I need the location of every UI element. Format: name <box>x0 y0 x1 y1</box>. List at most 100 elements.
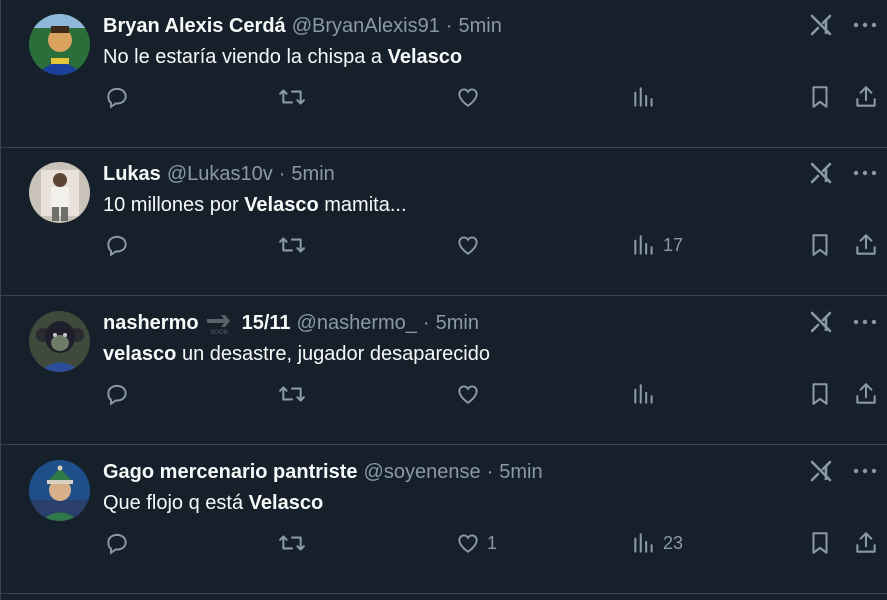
like-button[interactable]: 1 <box>455 528 497 558</box>
share-button[interactable] <box>853 82 879 112</box>
bookmark-icon <box>807 84 833 110</box>
tweet-text-part: mamita... <box>318 194 407 216</box>
reply-button[interactable] <box>104 230 130 260</box>
retweet-icon <box>277 84 307 110</box>
bookmark-button[interactable] <box>807 528 833 558</box>
views-icon <box>631 232 657 258</box>
reply-icon <box>104 232 130 258</box>
avatar[interactable] <box>29 162 90 223</box>
name-badge-text: 15/11 <box>241 311 291 334</box>
like-button[interactable] <box>455 82 487 112</box>
tweet-text-part: Que flojo q está <box>103 492 249 514</box>
author-name[interactable]: Bryan Alexis Cerdá <box>103 15 286 38</box>
tweet[interactable]: Lukas @Lukas10v · 5min 10 millones por V… <box>1 148 887 296</box>
grok-icon[interactable] <box>808 458 834 484</box>
retweet-icon <box>277 530 307 556</box>
views-icon <box>631 381 657 407</box>
timestamp[interactable]: 5min <box>436 312 479 335</box>
tweet[interactable]: Gago mercenario pantriste @soyenense · 5… <box>1 446 887 594</box>
tweet-text-highlight: velasco <box>103 343 177 365</box>
bookmark-button[interactable] <box>807 379 833 409</box>
share-button[interactable] <box>853 379 879 409</box>
share-icon <box>853 232 879 258</box>
tweet-header: Bryan Alexis Cerdá @BryanAlexis91 · 5min <box>103 13 502 39</box>
tweet-text: 10 millones por Velasco mamita... <box>103 194 407 217</box>
tweet[interactable]: nashermo SOON 15/11 @nashermo_ · 5min ve… <box>1 297 887 445</box>
bookmark-button[interactable] <box>807 230 833 260</box>
reply-button[interactable] <box>104 528 130 558</box>
views-button[interactable] <box>631 82 663 112</box>
avatar[interactable] <box>29 311 90 372</box>
heart-icon <box>455 84 481 110</box>
heart-icon <box>455 530 481 556</box>
views-button[interactable] <box>631 379 663 409</box>
timestamp[interactable]: 5min <box>499 461 542 484</box>
author-handle[interactable]: @BryanAlexis91 <box>292 15 440 38</box>
like-button[interactable] <box>455 230 487 260</box>
tweet-text: No le estaría viendo la chispa a Velasco <box>103 46 462 69</box>
retweet-button[interactable] <box>277 528 307 558</box>
badge-small-text: SOON <box>210 330 228 336</box>
views-count: 17 <box>663 234 684 255</box>
bookmark-icon <box>807 381 833 407</box>
heart-icon <box>455 381 481 407</box>
tweet-text-highlight: Velasco <box>387 46 463 68</box>
grok-icon[interactable] <box>808 160 834 186</box>
timestamp[interactable]: 5min <box>291 163 334 186</box>
tweet[interactable]: Bryan Alexis Cerdá @BryanAlexis91 · 5min… <box>1 0 887 148</box>
views-icon <box>631 530 657 556</box>
avatar[interactable] <box>29 460 90 521</box>
tweet-header: Lukas @Lukas10v · 5min <box>103 161 335 187</box>
like-button[interactable] <box>455 379 487 409</box>
bookmark-icon <box>807 232 833 258</box>
tweet-header: nashermo SOON 15/11 @nashermo_ · 5min <box>103 310 479 337</box>
author-handle[interactable]: @soyenense <box>364 461 481 484</box>
timeline-feed: Bryan Alexis Cerdá @BryanAlexis91 · 5min… <box>0 0 887 600</box>
tweet-text: velasco un desastre, jugador desaparecid… <box>103 343 490 366</box>
grok-icon[interactable] <box>808 309 834 335</box>
reply-button[interactable] <box>104 379 130 409</box>
author-name[interactable]: Lukas <box>103 163 161 186</box>
share-button[interactable] <box>853 230 879 260</box>
tweet-text: Que flojo q está Velasco <box>103 492 323 515</box>
more-icon[interactable] <box>852 458 878 484</box>
more-icon[interactable] <box>852 12 878 38</box>
author-handle[interactable]: @nashermo_ <box>297 312 417 335</box>
timestamp[interactable]: 5min <box>459 15 502 38</box>
share-button[interactable] <box>853 528 879 558</box>
reply-button[interactable] <box>104 82 130 112</box>
retweet-button[interactable] <box>277 82 307 112</box>
grok-icon[interactable] <box>808 12 834 38</box>
views-button[interactable]: 17 <box>631 230 683 260</box>
views-count: 23 <box>663 532 684 553</box>
retweet-button[interactable] <box>277 230 307 260</box>
retweet-icon <box>277 381 307 407</box>
arrow-soon-badge: SOON <box>204 310 234 336</box>
bookmark-button[interactable] <box>807 82 833 112</box>
author-handle[interactable]: @Lukas10v <box>167 163 273 186</box>
separator-dot: · <box>486 460 494 483</box>
views-button[interactable]: 23 <box>631 528 683 558</box>
bookmark-icon <box>807 530 833 556</box>
tweet-actions <box>101 379 887 409</box>
more-icon[interactable] <box>852 160 878 186</box>
reply-icon <box>104 381 130 407</box>
tweet-text-part: un desastre, jugador desaparecido <box>176 343 490 365</box>
separator-dot: · <box>445 14 453 37</box>
more-icon[interactable] <box>852 309 878 335</box>
retweet-button[interactable] <box>277 379 307 409</box>
tweet-text-highlight: Velasco <box>248 492 324 514</box>
tweet-text-part: No le estaría viendo la chispa a <box>103 46 388 68</box>
avatar[interactable] <box>29 14 90 75</box>
author-name[interactable]: nashermo <box>103 312 199 335</box>
share-icon <box>853 84 879 110</box>
tweet-actions: 1 23 <box>101 528 887 558</box>
like-count: 1 <box>487 532 498 553</box>
tweet-text-highlight: Velasco <box>244 194 319 216</box>
heart-icon <box>455 232 481 258</box>
tweet-actions <box>101 82 887 112</box>
separator-dot: · <box>278 162 286 185</box>
author-name[interactable]: Gago mercenario pantriste <box>103 461 358 484</box>
reply-icon <box>104 84 130 110</box>
share-icon <box>853 530 879 556</box>
